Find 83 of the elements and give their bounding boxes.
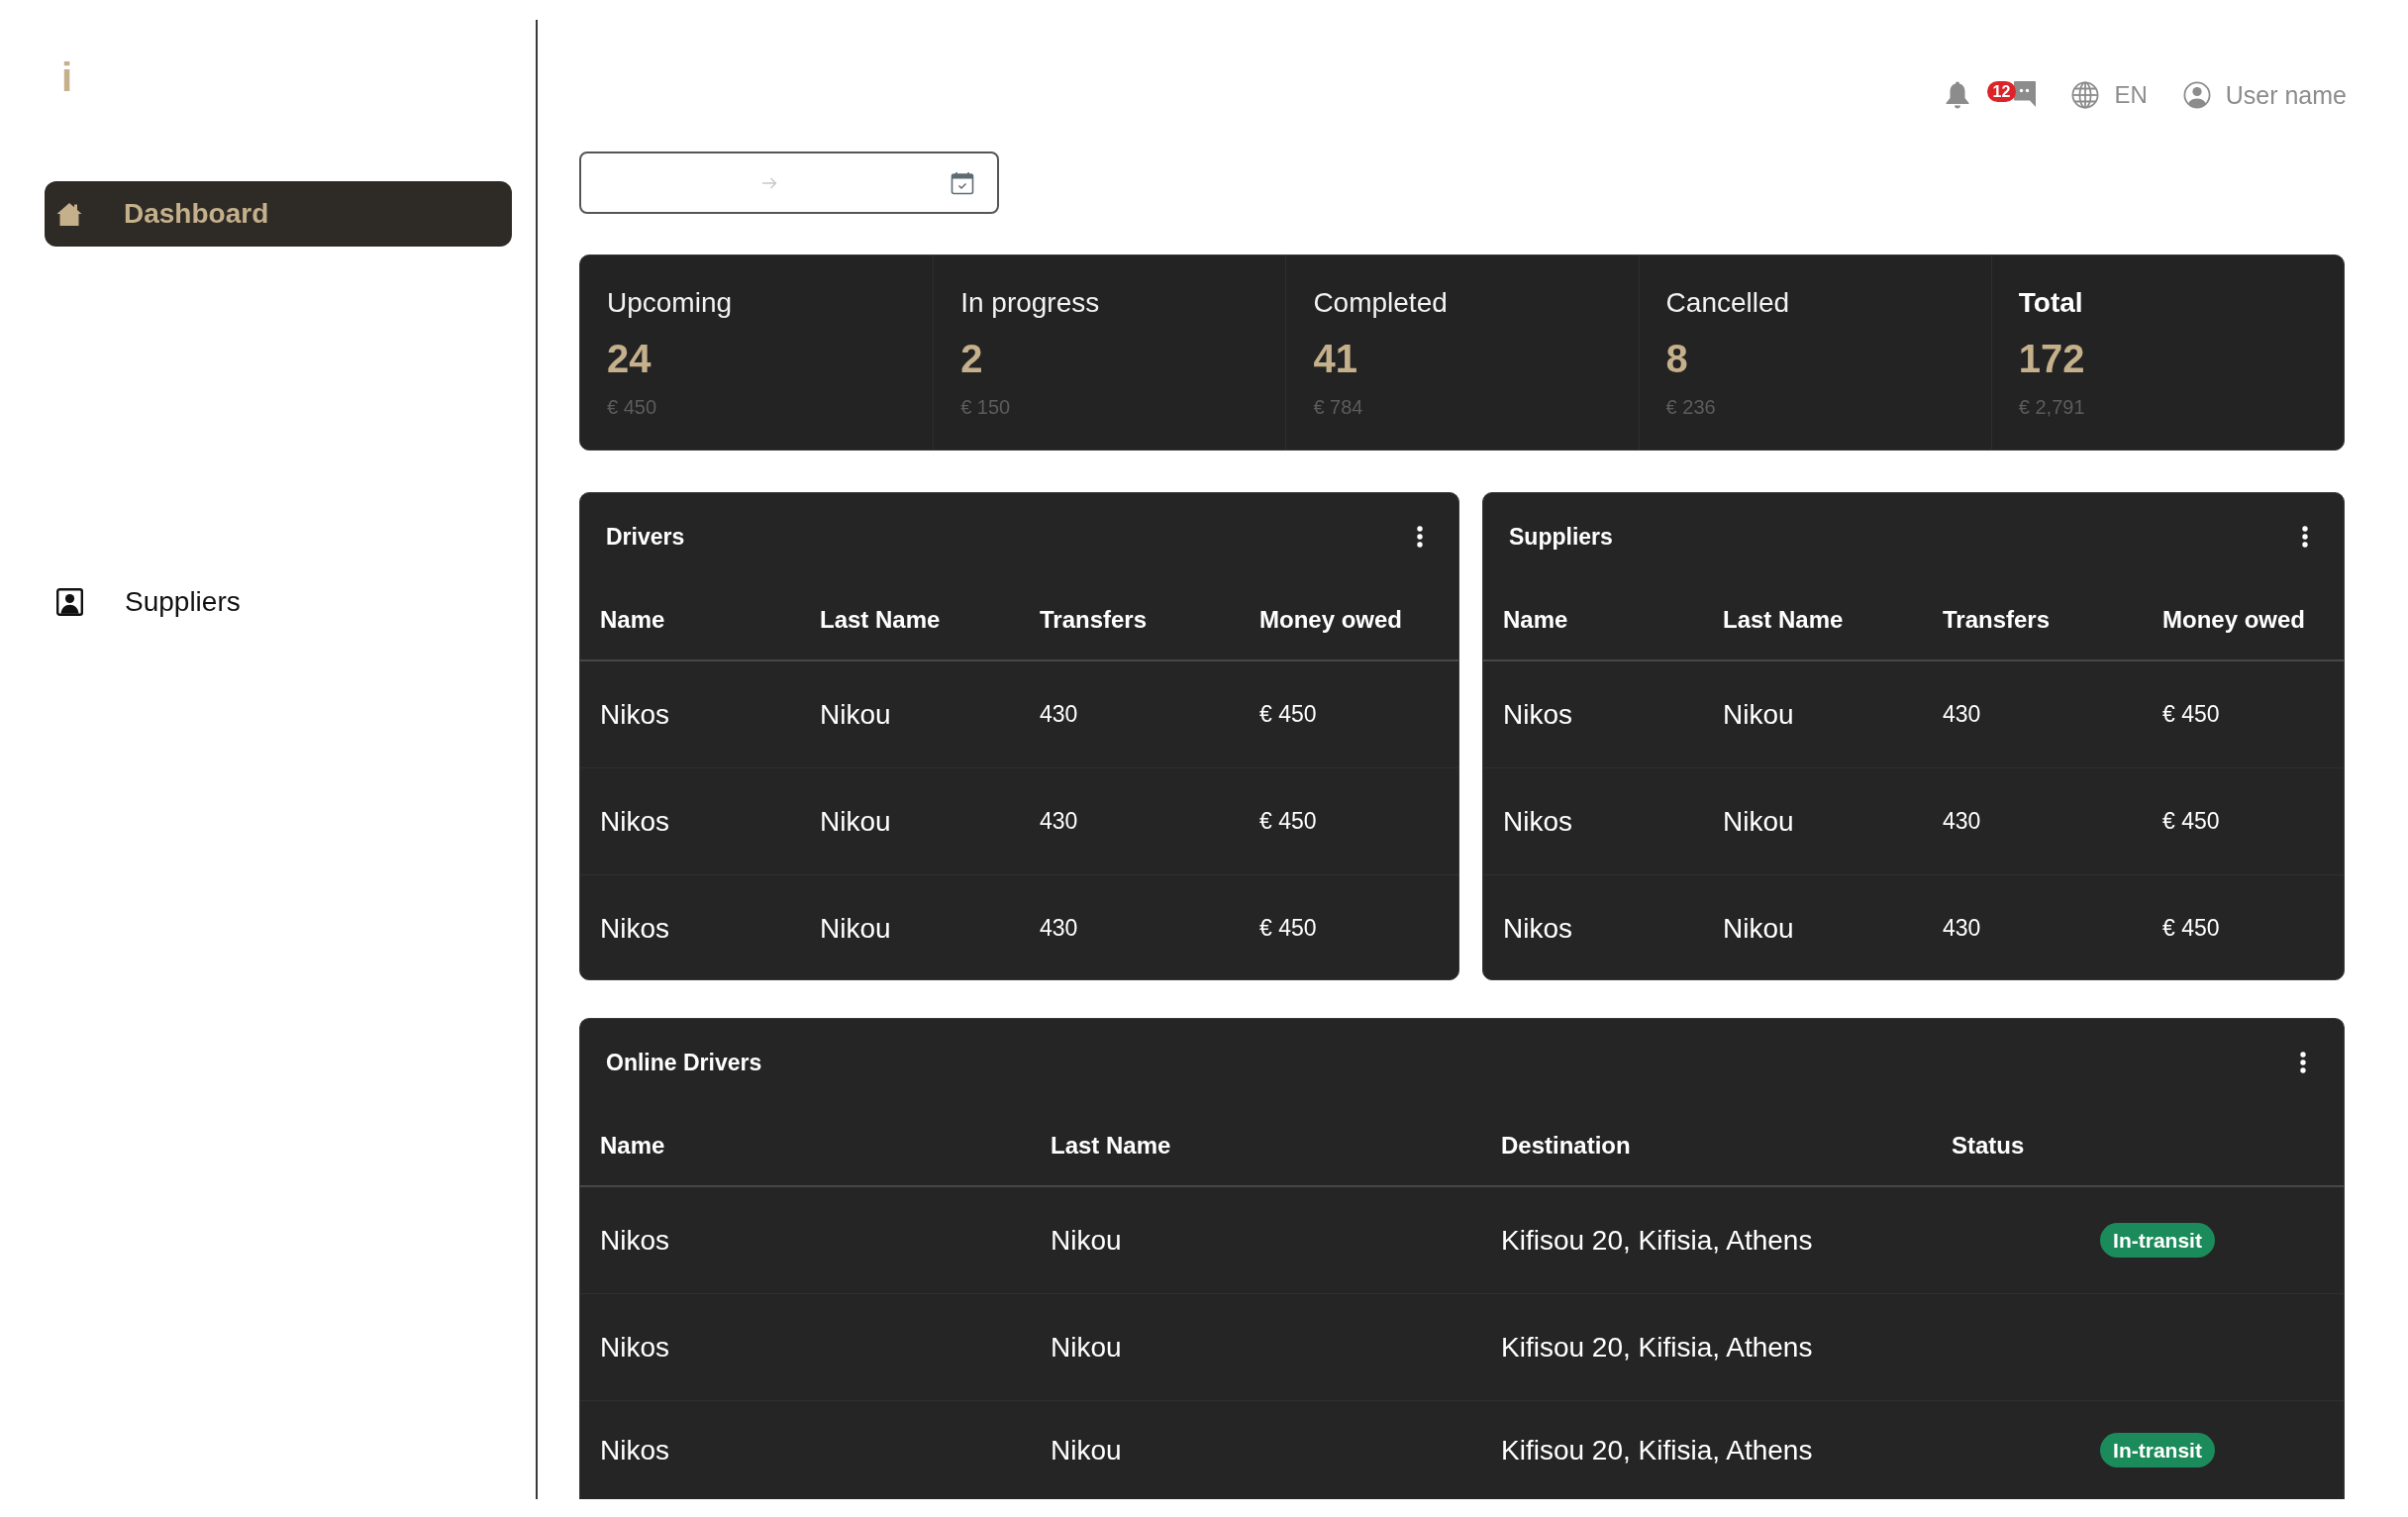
table-cell: 430 bbox=[1020, 874, 1240, 979]
status-badge: In-transit bbox=[2100, 1223, 2215, 1258]
table-cell: 430 bbox=[1020, 660, 1240, 768]
column-header: Transfers bbox=[1923, 580, 2143, 660]
column-header: Name bbox=[1483, 580, 1703, 660]
table-cell: Nikos bbox=[580, 1186, 1031, 1294]
column-header: Last Name bbox=[1703, 580, 1923, 660]
table-cell: Nikou bbox=[800, 660, 1020, 768]
stat-label: Total bbox=[2018, 286, 2083, 320]
table-cell: 430 bbox=[1923, 767, 2143, 875]
stat-label: Cancelled bbox=[1665, 286, 1790, 320]
notification-badge[interactable]: 12 bbox=[1986, 81, 2017, 102]
sidebar-item[interactable]: Suppliers bbox=[45, 569, 512, 635]
table-cell: € 450 bbox=[2143, 660, 2344, 768]
card-title: Drivers bbox=[606, 523, 685, 551]
more-options-icon[interactable] bbox=[2302, 526, 2308, 548]
stat-label: Completed bbox=[1313, 286, 1448, 320]
table-cell: € 450 bbox=[2143, 767, 2344, 875]
table-cell: € 450 bbox=[1240, 874, 1458, 979]
logo-text: i bbox=[61, 57, 73, 97]
card-title: Online Drivers bbox=[606, 1049, 762, 1076]
bell-icon[interactable] bbox=[1945, 81, 1969, 109]
table-cell: 430 bbox=[1923, 660, 2143, 768]
table-cell: Nikou bbox=[1031, 1293, 1481, 1401]
column-header: Money owed bbox=[1240, 580, 1458, 660]
table-cell: Nikos bbox=[580, 1293, 1031, 1401]
column-header: Status bbox=[1932, 1106, 2344, 1186]
table-cell: Nikos bbox=[1483, 660, 1703, 768]
column-header: Money owed bbox=[2143, 580, 2344, 660]
table-cell: Nikos bbox=[1483, 874, 1703, 979]
more-options-icon[interactable] bbox=[1417, 526, 1423, 548]
status-badge: In-transit bbox=[2100, 1433, 2215, 1467]
table-cell: Nikos bbox=[580, 1400, 1031, 1499]
user-menu-button[interactable]: User name bbox=[2182, 80, 2347, 110]
table-cell: Kifisou 20, Kifisia, Athens bbox=[1481, 1293, 1932, 1401]
stat-amount: € 150 bbox=[960, 395, 1011, 419]
user-avatar-icon bbox=[2182, 81, 2211, 109]
table-cell: Kifisou 20, Kifisia, Athens bbox=[1481, 1186, 1932, 1294]
table-cell: Kifisou 20, Kifisia, Athens bbox=[1481, 1400, 1932, 1499]
stat-count: 2 bbox=[960, 336, 983, 381]
column-header: Last Name bbox=[1031, 1106, 1481, 1186]
table-cell: Nikos bbox=[580, 660, 800, 768]
column-header: Name bbox=[580, 580, 800, 660]
stat-amount: € 236 bbox=[1665, 395, 1716, 419]
column-header: Name bbox=[580, 1106, 1031, 1186]
contact-icon bbox=[56, 588, 83, 616]
column-header: Transfers bbox=[1020, 580, 1240, 660]
table-cell: Nikou bbox=[800, 874, 1020, 979]
globe-icon bbox=[2071, 81, 2100, 109]
stat-amount: € 450 bbox=[607, 395, 657, 419]
language-button[interactable]: EN bbox=[2071, 81, 2148, 109]
table-cell: Nikou bbox=[1703, 660, 1923, 768]
column-header: Last Name bbox=[800, 580, 1020, 660]
stat-count: 8 bbox=[1665, 336, 1688, 381]
table-cell: Nikos bbox=[580, 767, 800, 875]
table-cell: € 450 bbox=[1240, 767, 1458, 875]
calendar-icon[interactable] bbox=[951, 170, 974, 195]
table-cell: Nikou bbox=[800, 767, 1020, 875]
table-cell: Nikos bbox=[1483, 767, 1703, 875]
table-cell: Nikou bbox=[1031, 1400, 1481, 1499]
stat-count: 24 bbox=[607, 336, 652, 381]
table-cell: € 450 bbox=[1240, 660, 1458, 768]
stat-label: In progress bbox=[960, 286, 1100, 320]
arrow-right-icon bbox=[760, 176, 777, 189]
home-icon bbox=[56, 202, 82, 226]
table-cell: Nikou bbox=[1703, 874, 1923, 979]
sidebar-item[interactable]: Dashboard bbox=[45, 181, 512, 247]
more-options-icon[interactable] bbox=[2300, 1052, 2306, 1073]
table-cell: Nikou bbox=[1703, 767, 1923, 875]
date-range-field[interactable] bbox=[579, 152, 999, 214]
table-cell: Nikos bbox=[580, 874, 800, 979]
column-header: Destination bbox=[1481, 1106, 1932, 1186]
chat-icon[interactable] bbox=[2014, 81, 2037, 107]
stat-label: Upcoming bbox=[607, 286, 733, 320]
stat-amount: € 2,791 bbox=[2018, 395, 2085, 419]
table-cell: Nikou bbox=[1031, 1186, 1481, 1294]
table-cell: 430 bbox=[1923, 874, 2143, 979]
card-title: Suppliers bbox=[1509, 523, 1613, 551]
table-cell: € 450 bbox=[2143, 874, 2344, 979]
table-cell: 430 bbox=[1020, 767, 1240, 875]
stat-count: 172 bbox=[2018, 336, 2085, 381]
stat-amount: € 784 bbox=[1313, 395, 1363, 419]
stat-count: 41 bbox=[1313, 336, 1357, 381]
